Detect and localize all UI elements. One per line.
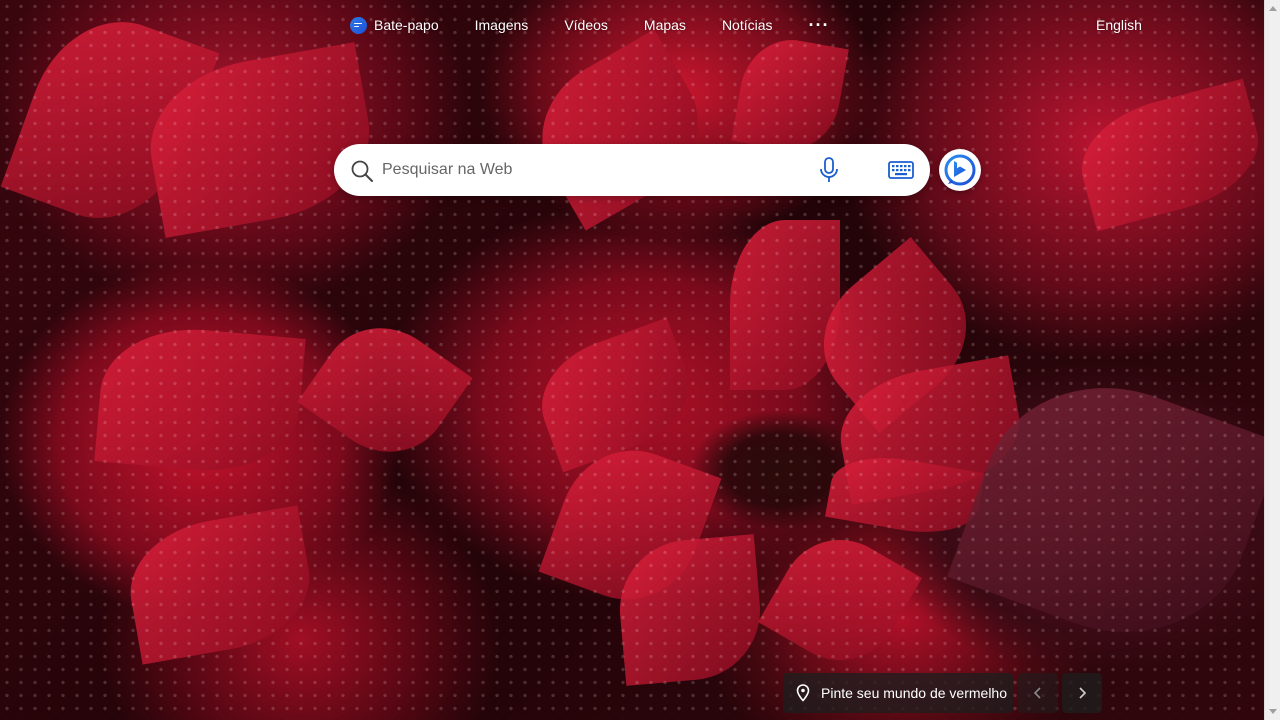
previous-image-button[interactable] — [1018, 673, 1058, 713]
caption-text: Pinte seu mundo de vermelho — [821, 685, 1007, 701]
image-caption[interactable]: Pinte seu mundo de vermelho — [783, 673, 1013, 713]
background-image — [0, 0, 1264, 720]
scroll-down-icon[interactable] — [1269, 709, 1277, 714]
nav-news-link[interactable]: Notícias — [722, 17, 773, 33]
vertical-scrollbar[interactable] — [1264, 0, 1280, 720]
nav-chat-label: Bate-papo — [374, 17, 439, 33]
nav-images-link[interactable]: Imagens — [475, 17, 529, 33]
next-image-button[interactable] — [1062, 673, 1102, 713]
scroll-up-icon[interactable] — [1269, 6, 1277, 11]
nav-chat-link[interactable]: Bate-papo — [350, 16, 439, 34]
location-pin-icon — [796, 684, 810, 702]
chevron-right-icon — [1079, 687, 1087, 699]
chevron-left-icon — [1033, 687, 1041, 699]
search-box[interactable] — [334, 144, 930, 196]
nav-maps-link[interactable]: Mapas — [644, 17, 686, 33]
search-icon[interactable] — [350, 159, 374, 183]
nav-videos-link[interactable]: Vídeos — [564, 17, 608, 33]
keyboard-icon[interactable] — [888, 160, 914, 180]
search-input[interactable] — [382, 158, 802, 182]
microphone-icon[interactable] — [818, 157, 840, 183]
language-link[interactable]: English — [1096, 17, 1142, 33]
nav-more-button[interactable]: ··· — [809, 16, 830, 34]
top-navigation: Bate-papo Imagens Vídeos Mapas Notícias … — [350, 14, 830, 36]
copilot-b-icon — [944, 154, 976, 186]
copilot-button[interactable] — [939, 149, 981, 191]
chat-bubble-icon — [350, 16, 367, 34]
